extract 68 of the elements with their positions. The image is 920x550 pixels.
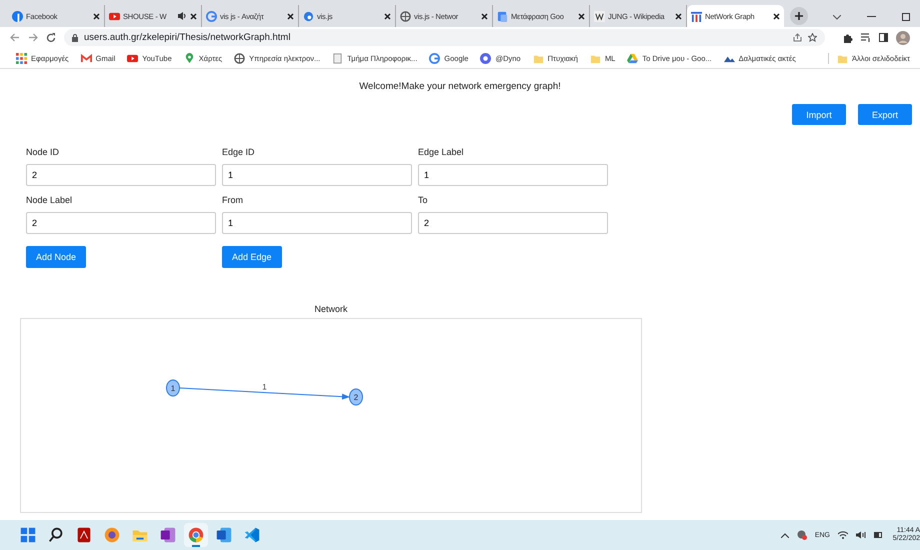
field-label: To: [418, 195, 429, 207]
star-icon[interactable]: [808, 33, 817, 42]
add-node-button[interactable]: Add Node: [26, 246, 86, 268]
input-field[interactable]: 1: [222, 164, 412, 186]
site-icon: [303, 10, 314, 22]
close-icon[interactable]: [481, 12, 488, 20]
site-icon: [480, 52, 492, 64]
action-button[interactable]: Export: [858, 104, 912, 125]
site-icon: [12, 10, 23, 22]
field-label: Node ID: [26, 147, 60, 159]
wiki-icon: [594, 10, 605, 22]
close-icon[interactable]: [578, 12, 585, 20]
video-site-icon: [109, 10, 120, 22]
reload-icon[interactable]: [46, 32, 56, 42]
chart-icon: [691, 10, 702, 22]
speaker-icon[interactable]: [856, 531, 866, 539]
close-icon[interactable]: [93, 12, 100, 20]
add-edge-button[interactable]: Add Edge: [222, 246, 282, 268]
lock-icon: [72, 34, 78, 42]
restore-icon[interactable]: [902, 13, 910, 21]
apps-grid-icon: [16, 52, 27, 64]
field-label: Edge ID: [222, 147, 256, 159]
edge-label: 1: [262, 382, 267, 392]
input-field[interactable]: 2: [418, 212, 608, 234]
close-icon[interactable]: [287, 12, 294, 20]
address-bar[interactable]: users.auth.gr/zkelepiri/Thesis/networkGraph.html: [64, 29, 825, 46]
back-icon[interactable]: [10, 33, 20, 42]
puzzle-icon[interactable]: [843, 32, 853, 42]
input-field[interactable]: 1: [222, 212, 412, 234]
drive-icon: [627, 52, 638, 64]
video-site-icon: [127, 52, 138, 64]
chevron-up-icon[interactable]: [780, 532, 789, 538]
wifi-icon[interactable]: [838, 531, 848, 539]
translate-icon: [497, 10, 508, 22]
graph-node: 2: [349, 388, 363, 406]
graph-node: 1: [166, 380, 180, 396]
action-button[interactable]: Import: [792, 104, 846, 125]
avatar-icon[interactable]: [896, 30, 910, 44]
input-field[interactable]: 1: [418, 164, 608, 186]
mail-icon: [80, 52, 92, 64]
search-engine-icon: [429, 52, 440, 64]
share-icon[interactable]: [793, 33, 802, 42]
minimize-icon[interactable]: [867, 16, 876, 18]
chevron-down-icon[interactable]: [833, 14, 841, 20]
globe-icon: [400, 10, 411, 22]
close-icon[interactable]: [675, 12, 682, 20]
close-icon[interactable]: [384, 12, 391, 20]
search-engine-icon: [206, 10, 217, 22]
close-icon[interactable]: [773, 12, 780, 20]
close-icon[interactable]: [190, 12, 197, 20]
field-label: Edge Label: [418, 147, 465, 159]
globe-icon: [234, 52, 246, 64]
battery-icon[interactable]: [874, 531, 884, 539]
map-pin-icon: [184, 52, 195, 64]
page-icon: [332, 52, 344, 64]
input-field[interactable]: 2: [26, 212, 216, 234]
speaker-icon[interactable]: [178, 12, 187, 20]
new-tab-icon[interactable]: [790, 7, 808, 25]
forward-icon[interactable]: [28, 33, 38, 42]
field-label: From: [222, 195, 244, 207]
browser-icon[interactable]: [184, 523, 208, 547]
welcome-heading: Welcome!Make your network emergency graph!: [358, 80, 562, 92]
reading-list-icon[interactable]: [861, 33, 871, 42]
side-panel-icon[interactable]: [879, 33, 888, 42]
network-title: Network: [313, 303, 348, 316]
input-field[interactable]: 2: [26, 164, 216, 186]
antivirus-icon[interactable]: [796, 530, 807, 540]
field-label: Node Label: [26, 195, 74, 207]
